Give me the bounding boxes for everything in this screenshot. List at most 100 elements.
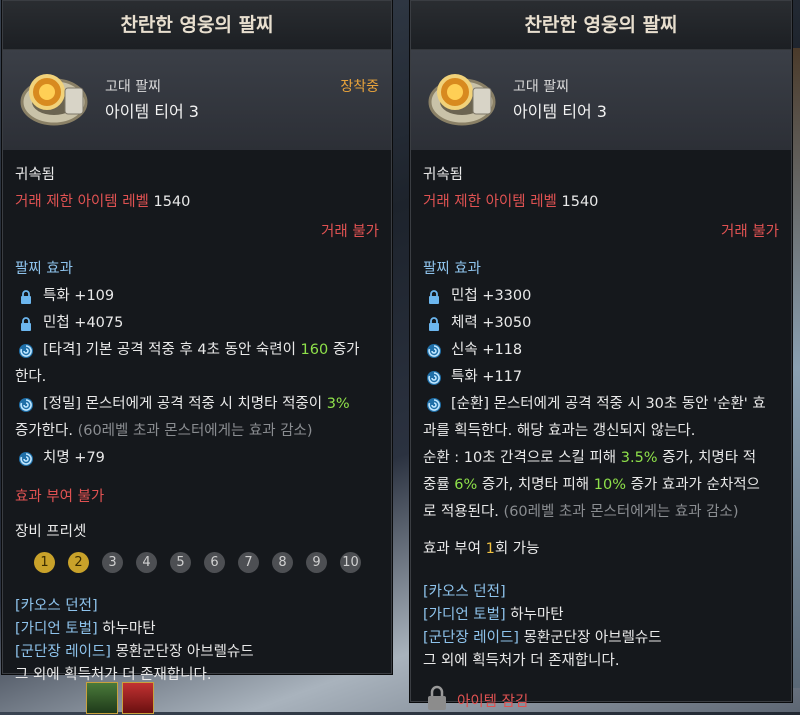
item-tier: 아이템 티어 3: [513, 102, 607, 121]
stat-text: 체력 +3050: [451, 315, 532, 331]
padlock-icon: [427, 685, 447, 715]
effect-text: 과를 획득한다. 해당 효과는 갱신되지 않는다.: [423, 423, 696, 439]
stat-text: 특화 +117: [451, 369, 523, 385]
equipped-badge: 장착중: [340, 79, 379, 95]
preset-button[interactable]: 1: [34, 552, 55, 573]
stat-row: 민첩 +3300: [423, 283, 779, 310]
effects-header: 팔찌 효과: [15, 261, 73, 277]
source-item: [군단장 레이드] 몽환군단장 아브렐슈드: [423, 630, 662, 646]
stat-text: 치명 +79: [43, 450, 105, 466]
preset-label: 장비 프리셋: [15, 524, 87, 540]
source-item: [가디언 토벌] 하누마탄: [423, 607, 564, 623]
swirl-icon: [425, 396, 443, 414]
swirl-icon: [425, 369, 443, 387]
grant-text: 회 가능: [494, 541, 540, 557]
item-title: 찬란한 영웅의 팔찌: [3, 1, 391, 50]
swirl-icon: [17, 450, 35, 468]
item-lock-status: 아이템 잠김: [423, 685, 779, 715]
equipped-item-tooltip: 찬란한 영웅의 팔찌 고대 팔찌 아이템 티어 3 장착중 귀속됨 거래 제한 …: [2, 0, 392, 683]
effect-text: 순환 : 10초 간격으로 스킬 피해 3.5% 증가, 치명타 적: [423, 445, 779, 472]
item-title: 찬란한 영웅의 팔찌: [411, 1, 791, 50]
effect-tag: [순환]: [451, 396, 489, 412]
stat-row: 특화 +117: [423, 364, 779, 391]
stat-text: 특화 +109: [43, 288, 115, 304]
source-item: [가디언 토벌] 하누마탄: [15, 621, 156, 637]
item-category: 고대 팔찌: [513, 79, 569, 95]
swirl-icon: [17, 396, 35, 414]
effect-value: 6%: [454, 477, 478, 493]
swirl-icon: [425, 342, 443, 360]
stat-text: 신속 +118: [451, 342, 523, 358]
stat-row: 체력 +3050: [423, 310, 779, 337]
trade-level-value: 1540: [153, 194, 191, 210]
stat-row: 치명 +79: [15, 445, 379, 472]
lock-icon: [425, 315, 443, 333]
trade-status: 거래 불가: [321, 224, 379, 240]
trade-status: 거래 불가: [721, 224, 779, 240]
effect-text: 몬스터에게 공격 적중 시 치명타 적중이: [81, 396, 327, 412]
preset-button[interactable]: 3: [102, 552, 123, 573]
source-more: 그 외에 획득처가 더 존재합니다.: [423, 653, 620, 669]
stat-text: 민첩 +4075: [43, 315, 124, 331]
item-tier: 아이템 티어 3: [105, 102, 199, 121]
stat-row: 특화 +109: [15, 283, 379, 310]
effect-text: 증가, 치명타 피해: [477, 477, 594, 493]
effect-tag: [타격]: [43, 342, 81, 358]
effect-note: (60레벨 초과 몬스터에게는 효과 감소): [72, 423, 313, 439]
trade-level: 거래 제한 아이템 레벨 1540: [423, 189, 779, 216]
preset-button[interactable]: 4: [136, 552, 157, 573]
effect-text: 증가 효과가 순차적으: [625, 477, 760, 493]
effect-text: 로 적용된다. (60레벨 초과 몬스터에게는 효과 감소): [423, 499, 779, 526]
effect-text: 기본 공격 적중 후 4초 동안 숙련이: [81, 342, 301, 358]
effect-tag: [정밀]: [43, 396, 81, 412]
preset-button[interactable]: 10: [340, 552, 361, 573]
item-locked-label: 아이템 잠김: [457, 693, 529, 710]
trade-level-value: 1540: [561, 194, 599, 210]
grant-count: 1: [485, 541, 495, 557]
trade-level: 거래 제한 아이템 레벨 1540: [15, 189, 379, 216]
effect-value: 160: [300, 342, 329, 358]
effect-text: 증가, 치명타 적: [657, 450, 757, 466]
effect-precision: [정밀] 몬스터에게 공격 적중 시 치명타 적중이 3%: [15, 391, 379, 418]
heal-buff-icon[interactable]: [86, 682, 118, 714]
preset-selector: 1 2 3 4 5 6 7 8 9 10: [15, 552, 379, 573]
item-category: 고대 팔찌: [105, 79, 161, 95]
effect-value: 3%: [326, 396, 350, 412]
lock-icon: [17, 315, 35, 333]
stat-row: 신속 +118: [423, 337, 779, 364]
source-item: [카오스 던전]: [423, 584, 506, 600]
effect-strike-line2: 한다.: [15, 369, 47, 385]
effect-text: 몬스터에게 공격 적중 시 30초 동안 '순환' 효: [489, 396, 766, 412]
lock-icon: [425, 288, 443, 306]
bracelet-icon: [17, 62, 91, 136]
stat-row: 민첩 +4075: [15, 310, 379, 337]
preset-button[interactable]: 6: [204, 552, 225, 573]
effect-text: 순환 : 10초 간격으로 스킬 피해: [423, 450, 621, 466]
effect-precision-line2: 증가한다. (60레벨 초과 몬스터에게는 효과 감소): [15, 418, 379, 445]
preset-button[interactable]: 8: [272, 552, 293, 573]
grant-status: 효과 부여 1회 가능: [423, 536, 779, 563]
effects-header: 팔찌 효과: [423, 261, 481, 277]
trade-level-label: 거래 제한 아이템 레벨: [423, 194, 557, 210]
preset-button[interactable]: 9: [306, 552, 327, 573]
trade-level-label: 거래 제한 아이템 레벨: [15, 194, 149, 210]
bound-status: 귀속됨: [15, 167, 56, 183]
grant-status: 효과 부여 불가: [15, 489, 105, 505]
effect-strike: [타격] 기본 공격 적중 후 4초 동안 숙련이 160 증가: [15, 337, 379, 364]
effect-text: 로 적용된다.: [423, 504, 499, 520]
effect-cycle: [순환] 몬스터에게 공격 적중 시 30초 동안 '순환' 효: [423, 391, 779, 418]
preset-button[interactable]: 7: [238, 552, 259, 573]
bracelet-icon: [425, 62, 499, 136]
sword-buff-icon[interactable]: [122, 682, 154, 714]
preset-button[interactable]: 5: [170, 552, 191, 573]
effect-value: 3.5%: [620, 450, 658, 466]
lock-icon: [17, 288, 35, 306]
effect-text: 중률 6% 증가, 치명타 피해 10% 증가 효과가 순차적으: [423, 472, 779, 499]
bound-status: 귀속됨: [423, 167, 464, 183]
source-item: [카오스 던전]: [15, 598, 98, 614]
source-more: 그 외에 획득처가 더 존재합니다.: [15, 667, 212, 683]
effect-value: 10%: [593, 477, 626, 493]
effect-note: (60레벨 초과 몬스터에게는 효과 감소): [498, 504, 739, 520]
compare-item-tooltip: 찬란한 영웅의 팔찌 고대 팔찌 아이템 티어 3 귀속됨 거래 제한 아이템 …: [410, 0, 792, 710]
preset-button[interactable]: 2: [68, 552, 89, 573]
